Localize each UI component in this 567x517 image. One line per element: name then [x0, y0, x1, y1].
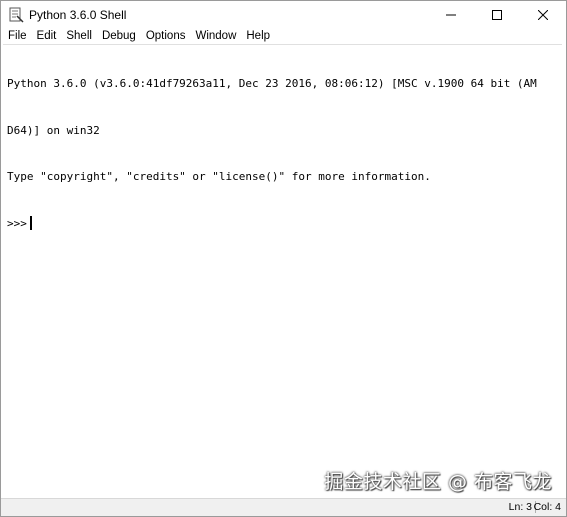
menu-debug[interactable]: Debug — [97, 29, 141, 43]
maximize-icon — [492, 10, 502, 20]
status-column-number: Col: 4 — [533, 501, 561, 513]
window-title: Python 3.6.0 Shell — [29, 8, 127, 22]
minimize-icon — [446, 14, 456, 16]
python-idle-icon — [8, 7, 24, 23]
menu-shell[interactable]: Shell — [61, 29, 97, 43]
shell-prompt: >>> — [7, 216, 27, 230]
status-bar: Ln: 3 Col: 4 — [1, 498, 566, 516]
shell-output-line: D64)] on win32 — [7, 123, 100, 137]
menu-file[interactable]: File — [3, 29, 32, 43]
close-button[interactable] — [520, 1, 566, 29]
menu-bar: File Edit Shell Debug Options Window Hel… — [1, 29, 566, 43]
shell-prompt-line[interactable]: >>> — [7, 216, 562, 232]
minimize-button[interactable] — [428, 1, 474, 29]
shell-output-line: Type "copyright", "credits" or "license(… — [7, 170, 431, 183]
shell-text-area[interactable]: Python 3.6.0 (v3.6.0:41df79263a11, Dec 2… — [3, 44, 562, 498]
text-cursor — [29, 216, 32, 231]
shell-output-line: Python 3.6.0 (v3.6.0:41df79263a11, Dec 2… — [7, 77, 537, 90]
menu-options[interactable]: Options — [141, 29, 191, 43]
watermark: 掘金技术社区 @ 布客飞龙 — [324, 471, 552, 493]
close-icon — [538, 10, 548, 20]
menu-help[interactable]: Help — [241, 29, 275, 43]
title-bar[interactable]: Python 3.6.0 Shell — [1, 1, 566, 29]
menu-edit[interactable]: Edit — [32, 29, 62, 43]
maximize-button[interactable] — [474, 1, 520, 29]
idle-shell-window: Python 3.6.0 Shell File Edit Shell Debug… — [0, 0, 567, 517]
status-line-number: Ln: 3 — [508, 501, 532, 513]
menu-window[interactable]: Window — [190, 29, 241, 43]
